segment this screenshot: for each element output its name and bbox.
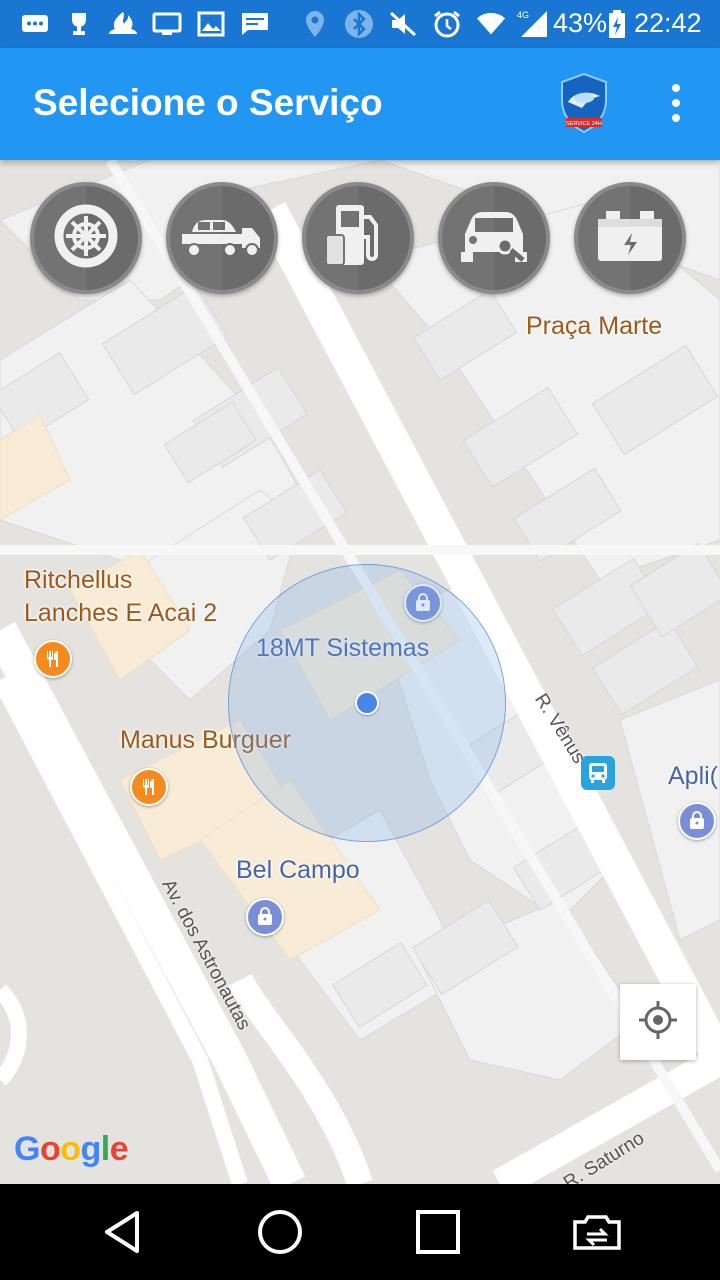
google-letter: G xyxy=(14,1130,40,1168)
wifi-icon xyxy=(476,10,506,38)
car-battery-icon xyxy=(596,209,664,268)
santander-icon xyxy=(108,10,138,38)
crosshair-icon xyxy=(636,998,680,1047)
signal-icon: 4G xyxy=(514,10,550,38)
my-location-dot xyxy=(355,691,379,715)
shopping-pin-icon[interactable] xyxy=(678,802,716,840)
home-icon[interactable] xyxy=(240,1202,320,1262)
fuel-service-button[interactable] xyxy=(302,182,414,294)
network-type: 4G xyxy=(517,10,529,20)
status-bar: 4G 43% 22:42 xyxy=(0,0,720,48)
alarm-icon xyxy=(432,10,462,38)
place-ritchellus[interactable]: Ritchellus Lanches E Acai 2 xyxy=(24,564,217,630)
service-24h-logo[interactable]: SERVICE 24H xyxy=(558,72,610,134)
location-icon xyxy=(300,10,330,38)
screen-icon xyxy=(152,10,182,38)
shopping-pin-icon[interactable] xyxy=(246,898,284,936)
tow-truck-icon xyxy=(180,208,264,269)
place-bel-campo[interactable]: Bel Campo xyxy=(236,856,360,885)
gallery-icon xyxy=(196,10,226,38)
map-view[interactable]: Praça Marte Ritchellus Lanches E Acai 2 … xyxy=(0,160,720,1184)
recents-icon[interactable] xyxy=(398,1202,478,1262)
messages-icon xyxy=(20,10,50,38)
bluetooth-icon xyxy=(344,10,374,38)
switch-app-icon[interactable] xyxy=(557,1202,637,1262)
locksmith-service-button[interactable] xyxy=(438,182,550,294)
place-apli[interactable]: Apli( xyxy=(668,762,718,791)
page-title: Selecione o Serviço xyxy=(33,82,383,123)
fuel-pump-icon xyxy=(325,201,390,276)
more-vert-icon[interactable] xyxy=(656,78,696,128)
logo-text: SERVICE 24H xyxy=(566,121,602,127)
car-key-icon xyxy=(459,208,529,269)
battery-percent: 43% xyxy=(553,8,608,38)
tire-icon xyxy=(54,204,118,273)
tire-service-button[interactable] xyxy=(30,182,142,294)
google-attribution: Google xyxy=(14,1130,129,1168)
restaurant-pin-icon[interactable] xyxy=(130,768,168,806)
navigation-bar xyxy=(0,1184,720,1280)
google-letter: o xyxy=(60,1130,81,1168)
place-praca-marte[interactable]: Praça Marte xyxy=(526,312,662,341)
restaurant-pin-icon[interactable] xyxy=(34,640,72,678)
battery-service-button[interactable] xyxy=(574,182,686,294)
my-location-button[interactable] xyxy=(620,984,696,1060)
google-letter: o xyxy=(39,1130,61,1168)
tow-truck-service-button[interactable] xyxy=(166,182,278,294)
google-letter: g xyxy=(80,1130,102,1168)
back-icon[interactable] xyxy=(82,1202,162,1262)
trophy-icon xyxy=(64,10,94,38)
google-letter: l xyxy=(100,1130,110,1168)
app-bar: Selecione o Serviço SERVICE 24H xyxy=(0,48,720,160)
clock: 22:42 xyxy=(634,8,702,38)
google-logo: Google xyxy=(14,1130,129,1169)
bus-stop-icon[interactable] xyxy=(581,756,615,790)
chat-icon xyxy=(240,10,270,38)
mute-icon xyxy=(388,10,418,38)
battery-icon xyxy=(606,10,628,38)
google-letter: e xyxy=(109,1130,129,1168)
